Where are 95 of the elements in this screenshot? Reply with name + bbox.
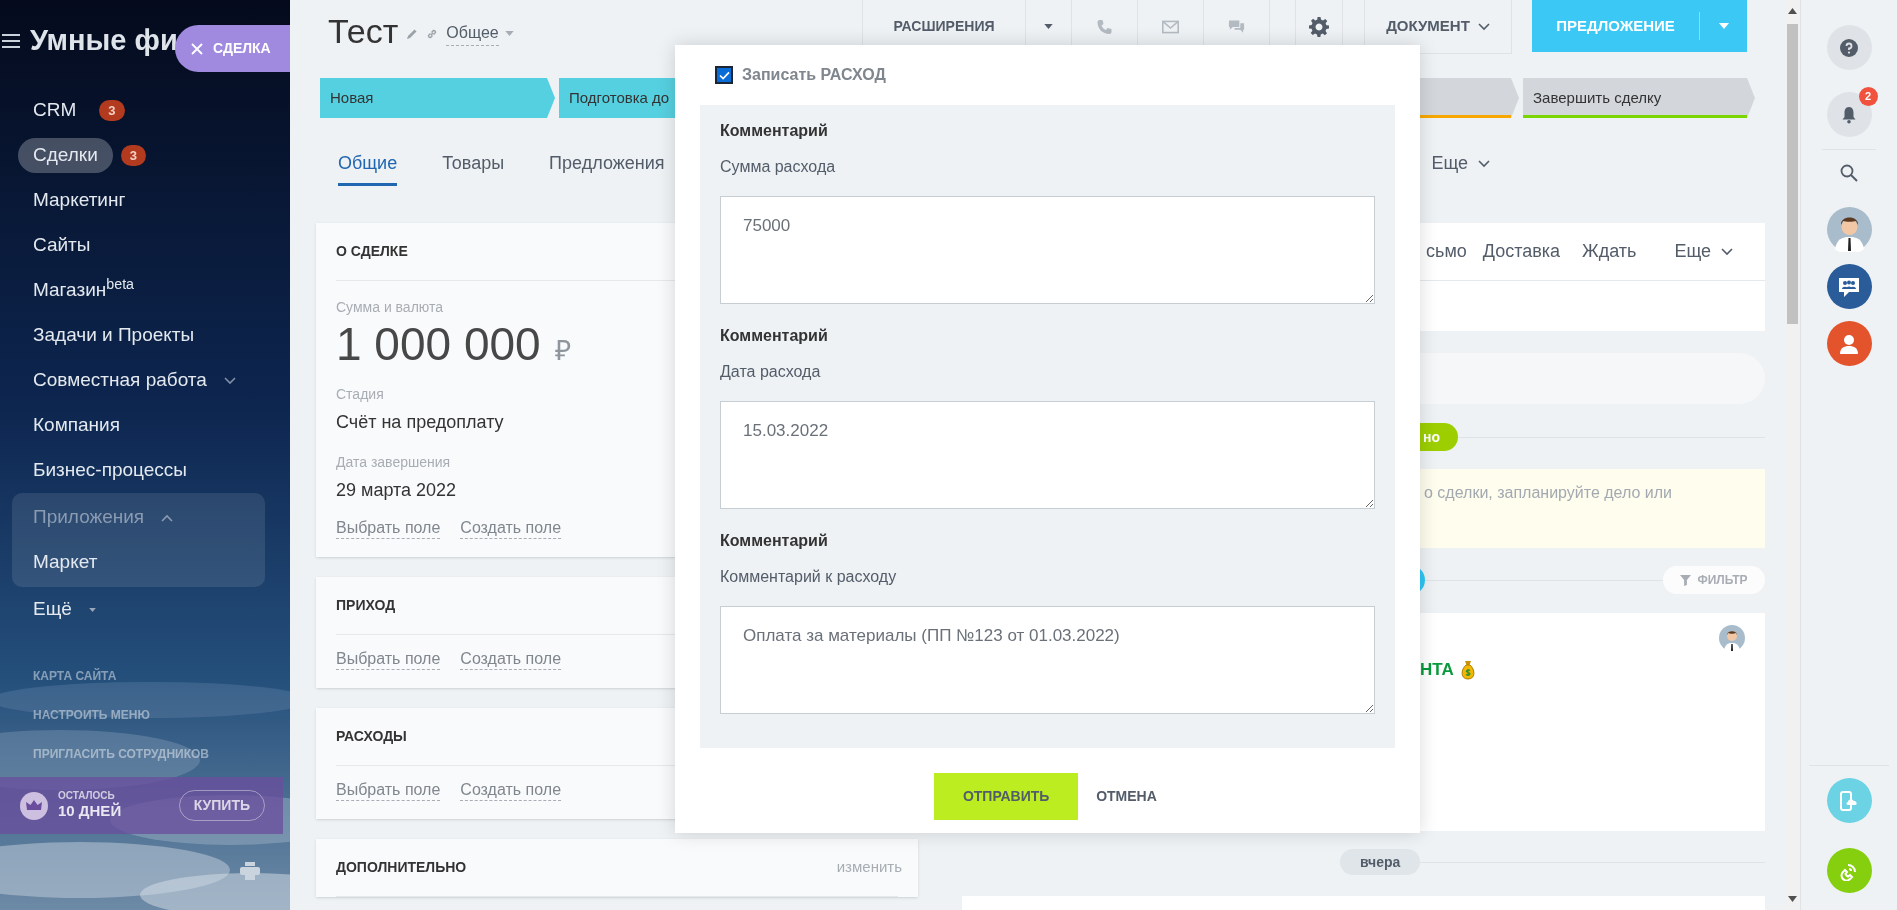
tab[interactable]: Товары [442, 150, 505, 186]
chevron-icon [1721, 247, 1734, 256]
sidebar-item[interactable]: Маркет [18, 545, 113, 580]
phone-icon [1096, 18, 1113, 35]
amount-value: 1 000 000 [336, 318, 541, 370]
field-label: Стадия [336, 385, 384, 404]
avatar[interactable] [1826, 207, 1872, 252]
checkbox-label: Записать РАСХОД [742, 65, 886, 85]
field-heading: Комментарий [720, 326, 828, 346]
caret-icon [504, 31, 514, 36]
field-action-link[interactable]: Выбрать поле [336, 780, 441, 801]
filter-icon [1680, 574, 1692, 586]
menu-icon[interactable] [2, 34, 20, 48]
help-icon [1840, 38, 1858, 57]
sidebar-item[interactable]: Ещё [18, 592, 87, 627]
section-title: ПРИХОД [336, 596, 396, 615]
sidebar-item[interactable]: Бизнес-процессы [18, 453, 202, 488]
chat-icon [1837, 275, 1861, 298]
currency-sign: ₽ [554, 334, 571, 368]
tab[interactable]: Предложения [549, 150, 665, 186]
field-action-link[interactable]: Создать поле [460, 518, 562, 539]
sidebar-item[interactable]: Сделки [18, 138, 113, 173]
entry-title: НТА [1420, 659, 1454, 681]
checkbox[interactable] [715, 66, 733, 84]
group-chat-button[interactable] [1826, 264, 1872, 309]
money-bag-icon [1459, 659, 1476, 680]
field-label: Сумма и валюта [336, 298, 444, 317]
sidebar-item[interactable]: CRM [18, 93, 92, 128]
sidebar-item[interactable]: Маркетинг [18, 183, 141, 218]
field-value: 29 марта 2022 [336, 479, 457, 502]
input-field[interactable]: Оплата за материалы (ПП №123 от 01.03.2022) [720, 606, 1375, 714]
chevron-icon [1478, 159, 1490, 168]
activity-tab[interactable]: Ждать [1582, 238, 1637, 265]
activity-tab[interactable]: сьмо [1426, 238, 1467, 265]
caret-icon [88, 607, 96, 612]
bell-icon [1841, 105, 1857, 124]
help-button[interactable] [1826, 25, 1872, 70]
stage-step[interactable]: Завершить сделку [1523, 78, 1755, 118]
trial-caption: ОСТАЛОСЬ [58, 789, 116, 802]
sidebar-link[interactable]: КАРТА САЙТА [33, 656, 290, 695]
scroll-up-icon[interactable] [1788, 8, 1797, 14]
field-heading: Комментарий [720, 121, 828, 141]
printer-icon[interactable] [240, 862, 260, 880]
phone-cloud-icon [1838, 789, 1860, 812]
section-title: ДОПОЛНИТЕЛЬНО [336, 858, 467, 877]
field-value: Счёт на предоплату [336, 411, 504, 434]
caret-icon [1718, 23, 1729, 29]
deal-title: Тест [328, 11, 399, 52]
settings-icon [1309, 16, 1329, 37]
activity-more[interactable]: Еще [1674, 238, 1712, 265]
sidebar-item[interactable]: Компания [18, 408, 135, 443]
field-label: Дата завершения [336, 453, 451, 472]
more-tab[interactable]: Еще [1431, 150, 1468, 177]
sidebar-item[interactable]: Магазин$^{beta}$ [18, 273, 150, 308]
trial-days: 10 ДНЕЙ [58, 802, 122, 822]
notifications-button[interactable] [1826, 92, 1872, 137]
field-label: Комментарий к расходу [720, 567, 897, 587]
close-icon [191, 42, 203, 55]
cancel-button[interactable]: ОТМЕНА [1092, 786, 1161, 807]
stage-step[interactable]: Новая [320, 78, 555, 118]
submit-button[interactable]: ОТПРАВИТЬ [934, 773, 1079, 820]
sidebar-item[interactable]: Приложения [18, 500, 160, 535]
avatar [1719, 625, 1745, 651]
category-link[interactable]: Общее [446, 21, 499, 46]
chat-icon [1228, 18, 1245, 35]
field-action-link[interactable]: Создать поле [460, 649, 562, 670]
section-title: РАСХОДЫ [336, 727, 407, 746]
crown-icon [20, 791, 48, 820]
field-action-link[interactable]: Выбрать поле [336, 649, 441, 670]
check-icon [718, 70, 730, 80]
field-action-link[interactable]: Выбрать поле [336, 518, 441, 539]
section-title: О СДЕЛКЕ [336, 242, 408, 261]
sidebar-item[interactable]: Сайты [18, 228, 106, 263]
field-heading: Комментарий [720, 531, 828, 551]
day-badge: вчера [1340, 849, 1421, 875]
tab[interactable]: Общие [338, 150, 398, 186]
mail-icon [1162, 18, 1179, 35]
search-icon[interactable] [1840, 164, 1858, 182]
input-field[interactable]: 15.03.2022 [720, 401, 1375, 509]
notification-badge: 2 [1858, 87, 1878, 106]
portal-title: Умные фи [30, 23, 178, 59]
contact-button[interactable] [1826, 321, 1872, 366]
user-icon [1839, 332, 1859, 355]
field-label: Дата расхода [720, 362, 821, 382]
scroll-down-icon[interactable] [1788, 896, 1797, 902]
chevron-icon [1477, 22, 1490, 31]
input-field[interactable]: 75000 [720, 196, 1375, 304]
sidebar-item[interactable]: Задачи и Проекты [18, 318, 210, 353]
scrollbar-thumb[interactable] [1787, 24, 1798, 324]
field-label: Сумма расхода [720, 157, 836, 177]
activity-tab[interactable]: Доставка [1482, 238, 1561, 265]
hint-text: о сделки, запланируйте дело или [1424, 484, 1673, 501]
field-action-link[interactable]: Создать поле [460, 780, 562, 801]
sidebar-item[interactable]: Совместная работа [18, 363, 222, 398]
caret-icon [1044, 24, 1053, 29]
